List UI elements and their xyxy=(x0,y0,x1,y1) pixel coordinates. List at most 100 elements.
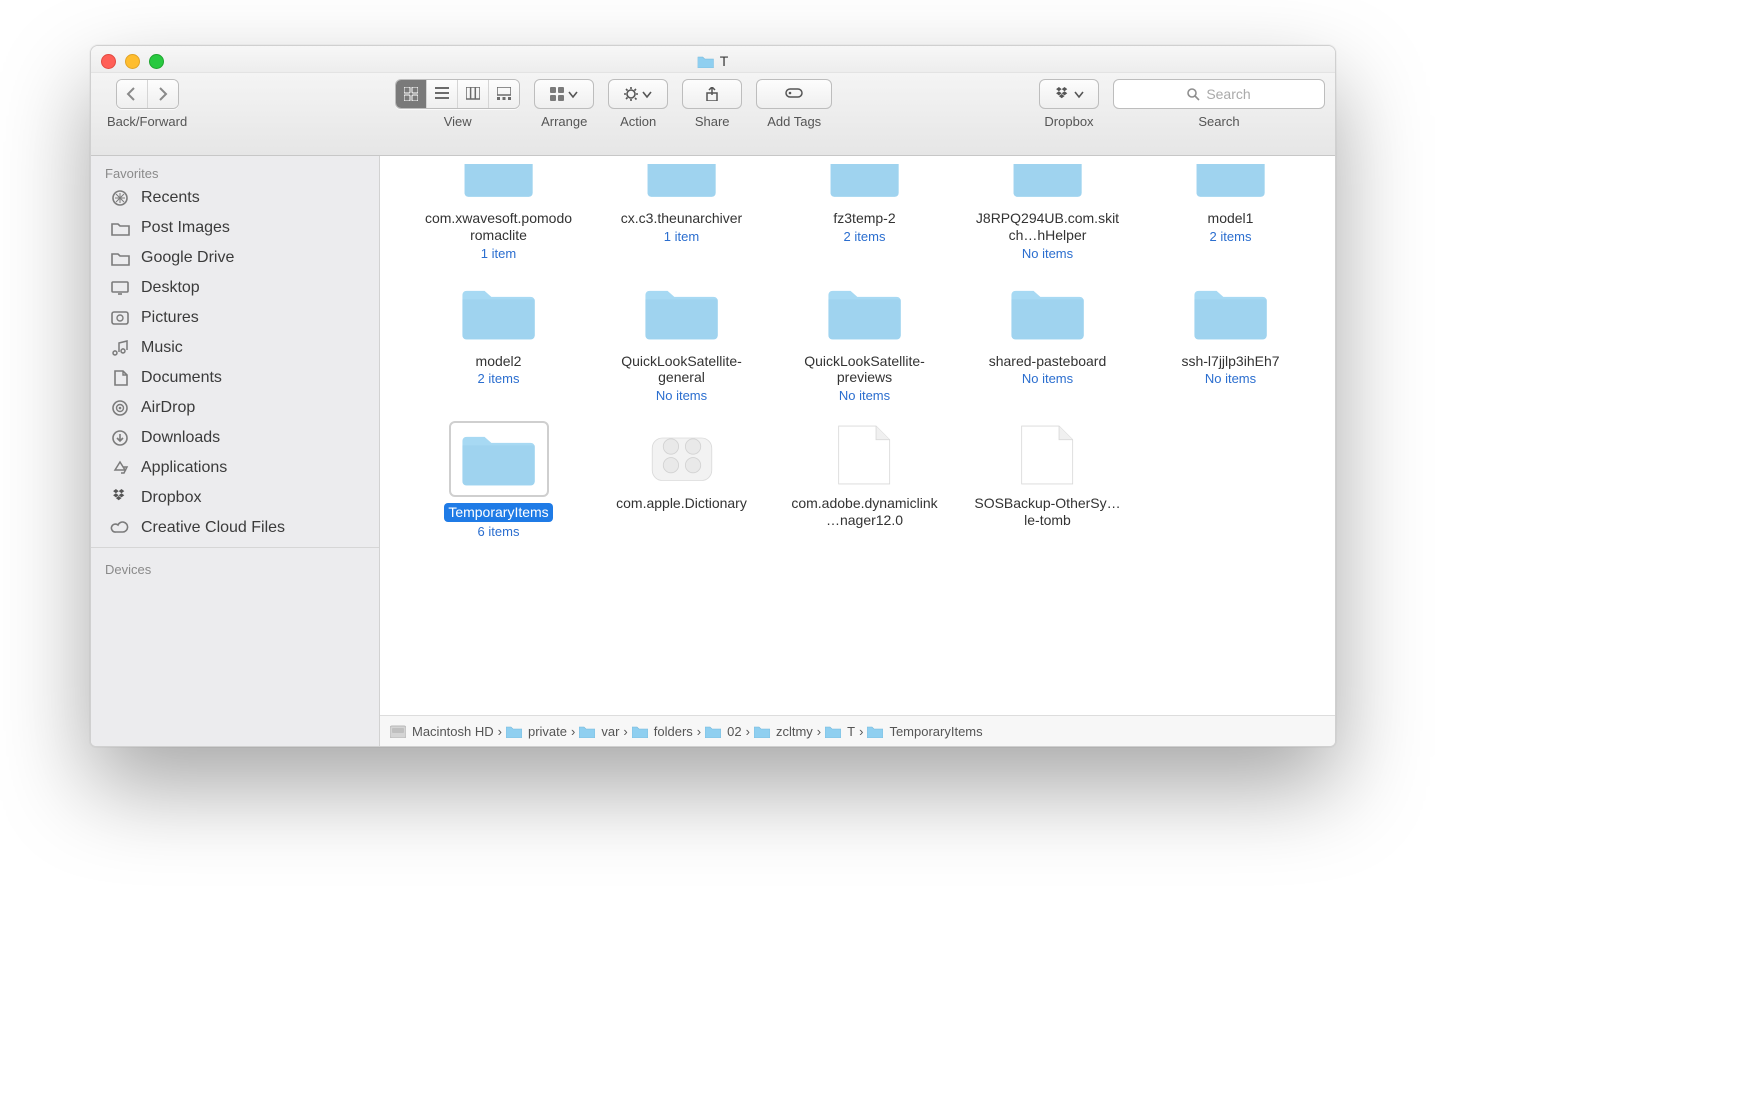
arrange-button[interactable] xyxy=(534,79,594,109)
sidebar-item-google-drive[interactable]: Google Drive xyxy=(91,243,379,273)
path-segment[interactable]: Macintosh HD xyxy=(390,724,494,739)
sidebar-item-downloads[interactable]: Downloads xyxy=(91,423,379,453)
file-name: com.adobe.dynamiclink…nager12.0 xyxy=(790,495,940,529)
file-meta: No items xyxy=(656,388,707,403)
file-item[interactable]: J8RPQ294UB.com.skitch…hHelperNo items xyxy=(959,156,1136,265)
sidebar-item-label: Applications xyxy=(141,459,227,477)
tags-group: Add Tags xyxy=(756,79,832,129)
folder-icon xyxy=(1185,160,1277,204)
back-forward-label: Back/Forward xyxy=(107,114,187,129)
sidebar-item-music[interactable]: Music xyxy=(91,333,379,363)
file-item[interactable]: TemporaryItems6 items xyxy=(410,417,587,543)
file-icon xyxy=(1002,421,1094,489)
path-segment[interactable]: TemporaryItems xyxy=(867,724,982,739)
sidebar-item-label: AirDrop xyxy=(141,399,195,417)
window-title-text: T xyxy=(720,53,729,69)
file-item[interactable]: QuickLookSatellite-previewsNo items xyxy=(776,275,953,408)
chevron-down-icon xyxy=(1074,89,1084,99)
file-meta: 6 items xyxy=(478,524,520,539)
sidebar-item-label: Recents xyxy=(141,189,200,207)
back-button[interactable] xyxy=(117,80,148,108)
file-name: SOSBackup-OtherSy…le-tomb xyxy=(973,495,1123,529)
sidebar-item-airdrop[interactable]: AirDrop xyxy=(91,393,379,423)
search-icon xyxy=(1187,88,1200,101)
path-bar: Macintosh HD›private›var›folders›02›zclt… xyxy=(380,715,1335,746)
file-item[interactable]: QuickLookSatellite-generalNo items xyxy=(593,275,770,408)
folder-icon xyxy=(825,724,841,738)
sidebar-item-desktop[interactable]: Desktop xyxy=(91,273,379,303)
icon-grid[interactable]: com.xwavesoft.pomodoromaclite1 itemcx.c3… xyxy=(380,156,1335,715)
view-label: View xyxy=(444,114,472,129)
folder-icon xyxy=(636,279,728,347)
folder-icon xyxy=(579,724,595,738)
share-button[interactable] xyxy=(682,79,742,109)
view-column-button[interactable] xyxy=(458,80,489,108)
recents-icon xyxy=(109,189,131,207)
file-name: cx.c3.theunarchiver xyxy=(621,210,742,227)
forward-button[interactable] xyxy=(148,80,178,108)
chevron-down-icon xyxy=(642,89,652,99)
file-meta: 2 items xyxy=(844,229,886,244)
file-item[interactable]: SOSBackup-OtherSy…le-tomb xyxy=(959,417,1136,543)
path-label: var xyxy=(601,724,619,739)
sidebar-item-recents[interactable]: Recents xyxy=(91,183,379,213)
sidebar-item-label: Music xyxy=(141,339,183,357)
share-label: Share xyxy=(695,114,730,129)
chevron-right-icon: › xyxy=(498,724,502,739)
sidebar-item-dropbox[interactable]: Dropbox xyxy=(91,483,379,513)
dropbox-group: Dropbox xyxy=(1039,79,1099,129)
sidebar-item-creative-cloud-files[interactable]: Creative Cloud Files xyxy=(91,513,379,543)
sidebar-item-applications[interactable]: Applications xyxy=(91,453,379,483)
path-segment[interactable]: T xyxy=(825,724,855,739)
gear-icon xyxy=(624,87,638,101)
search-field[interactable]: Search xyxy=(1113,79,1325,109)
zoom-button[interactable] xyxy=(149,54,164,69)
file-meta: No items xyxy=(839,388,890,403)
action-group: Action xyxy=(608,79,668,129)
file-name: model2 xyxy=(476,353,522,370)
window-title: T xyxy=(698,53,729,69)
file-item[interactable]: model12 items xyxy=(1142,156,1319,265)
file-item[interactable]: model22 items xyxy=(410,275,587,408)
minimize-button[interactable] xyxy=(125,54,140,69)
file-item[interactable]: fz3temp-22 items xyxy=(776,156,953,265)
dropbox-button[interactable] xyxy=(1039,79,1099,109)
file-item[interactable]: shared-pasteboardNo items xyxy=(959,275,1136,408)
downloads-icon xyxy=(109,429,131,447)
file-name: QuickLookSatellite-previews xyxy=(790,353,940,387)
view-list-button[interactable] xyxy=(427,80,458,108)
file-item[interactable]: cx.c3.theunarchiver1 item xyxy=(593,156,770,265)
path-segment[interactable]: zcltmy xyxy=(754,724,813,739)
path-segment[interactable]: folders xyxy=(632,724,693,739)
view-gallery-button[interactable] xyxy=(489,80,519,108)
file-item[interactable]: com.apple.Dictionary xyxy=(593,417,770,543)
chevron-right-icon: › xyxy=(571,724,575,739)
path-label: 02 xyxy=(727,724,741,739)
path-segment[interactable]: var xyxy=(579,724,619,739)
file-item[interactable]: com.adobe.dynamiclink…nager12.0 xyxy=(776,417,953,543)
file-meta: No items xyxy=(1022,246,1073,261)
file-item[interactable]: ssh-l7jjlp3ihEh7No items xyxy=(1142,275,1319,408)
path-segment[interactable]: private xyxy=(506,724,567,739)
sidebar-item-post-images[interactable]: Post Images xyxy=(91,213,379,243)
chevron-right-icon: › xyxy=(859,724,863,739)
file-name: com.xwavesoft.pomodoromaclite xyxy=(424,210,574,244)
action-button[interactable] xyxy=(608,79,668,109)
sidebar-item-documents[interactable]: Documents xyxy=(91,363,379,393)
add-tags-button[interactable] xyxy=(756,79,832,109)
sidebar-section-devices: Devices xyxy=(91,552,379,579)
documents-icon xyxy=(109,369,131,387)
search-group: Search Search xyxy=(1113,79,1325,129)
sidebar-item-label: Google Drive xyxy=(141,249,234,267)
file-meta: 2 items xyxy=(478,371,520,386)
path-segment[interactable]: 02 xyxy=(705,724,741,739)
folder-icon xyxy=(453,160,545,204)
view-icon-button[interactable] xyxy=(396,80,427,108)
close-button[interactable] xyxy=(101,54,116,69)
search-placeholder: Search xyxy=(1206,86,1250,102)
file-name: QuickLookSatellite-general xyxy=(607,353,757,387)
dropbox-icon xyxy=(109,489,131,507)
share-icon xyxy=(705,87,719,101)
file-item[interactable]: com.xwavesoft.pomodoromaclite1 item xyxy=(410,156,587,265)
sidebar-item-pictures[interactable]: Pictures xyxy=(91,303,379,333)
